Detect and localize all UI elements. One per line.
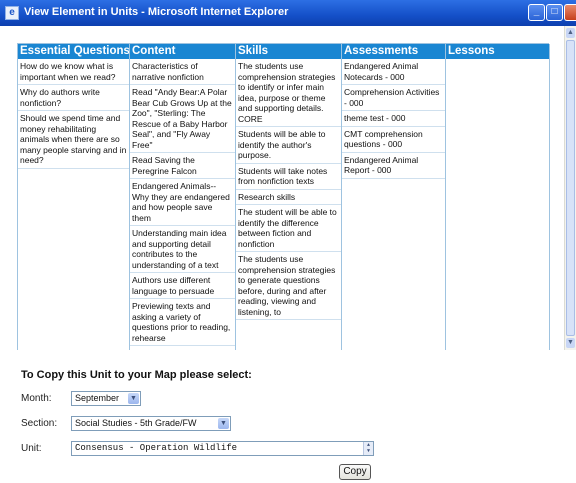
table-cell: Research skills — [236, 190, 341, 205]
scroll-up-icon[interactable]: ▲ — [566, 28, 575, 38]
table-cell: Previewing texts and asking a variety of… — [130, 299, 235, 346]
table-cell: Authors use different language to persua… — [130, 273, 235, 299]
table-cell: Read "Andy Bear:A Polar Bear Cub Grows U… — [130, 85, 235, 153]
scroll-thumb[interactable] — [566, 40, 575, 336]
table-cell: The students use comprehension strategie… — [236, 252, 341, 320]
table-cell: Students will take notes from nonfiction… — [236, 164, 341, 190]
column-skills: Skills The students use comprehension str… — [236, 44, 342, 350]
table-cell: Characteristics of narrative nonfiction — [130, 59, 235, 85]
column-assessments: Assessments Endangered Animal Notecards -… — [342, 44, 446, 350]
scroll-down-icon[interactable]: ▼ — [566, 338, 575, 348]
month-select[interactable]: September ▼ — [71, 391, 141, 406]
close-icon[interactable] — [564, 4, 576, 21]
spin-down-icon[interactable]: ▼ — [364, 448, 373, 454]
ie-page-icon: e — [5, 6, 19, 20]
table-cell: Endangered Animal Notecards - 000 — [342, 59, 445, 85]
section-label: Section: — [21, 418, 58, 429]
column-content: Content Characteristics of narrative nonf… — [130, 44, 236, 350]
content-frame: Essential Questions How do we know what i… — [0, 26, 576, 350]
table-cell: Students will be able to identify the au… — [236, 127, 341, 164]
table-cell: Read Saving the Peregrine Falcon — [130, 153, 235, 179]
table-cell: Comprehension Activities - 000 — [342, 85, 445, 111]
table-cell: Endangered Animal Report - 000 — [342, 153, 445, 179]
unit-label: Unit: — [21, 443, 42, 454]
table-cell: Endangered Animals--Why they are endange… — [130, 179, 235, 226]
unit-value: Consensus - Operation Wildlife — [75, 443, 238, 453]
table-cell: The students use comprehension strategie… — [236, 59, 341, 127]
unit-spinner[interactable]: ▲ ▼ — [363, 442, 373, 455]
column-header: Content — [130, 44, 235, 59]
table-cell: How do we know what is important when we… — [18, 59, 129, 85]
unit-table: Essential Questions How do we know what i… — [17, 43, 550, 350]
copy-button[interactable]: Copy — [339, 464, 371, 480]
copy-unit-form: To Copy this Unit to your Map please sel… — [0, 350, 576, 483]
column-header: Assessments — [342, 44, 445, 59]
maximize-icon[interactable]: □ — [546, 4, 563, 21]
unit-field[interactable]: Consensus - Operation Wildlife ▲ ▼ — [71, 441, 374, 456]
minimize-icon[interactable]: _ — [528, 4, 545, 21]
table-cell: Why do authors write nonfiction? — [18, 85, 129, 111]
column-header: Essential Questions — [18, 44, 129, 59]
table-cell: theme test - 000 — [342, 111, 445, 127]
column-lessons: Lessons — [446, 44, 550, 350]
column-header: Skills — [236, 44, 341, 59]
vertical-scrollbar[interactable]: ▲ ▼ — [564, 26, 576, 350]
column-essential-questions: Essential Questions How do we know what i… — [18, 44, 130, 350]
chevron-down-icon[interactable]: ▼ — [128, 393, 139, 404]
table-cell: Should we spend time and money rehabilit… — [18, 111, 129, 169]
section-select[interactable]: Social Studies - 5th Grade/FW ▼ — [71, 416, 231, 431]
month-label: Month: — [21, 393, 52, 404]
window-title: View Element in Units - Microsoft Intern… — [24, 6, 289, 18]
window-titlebar[interactable]: e View Element in Units - Microsoft Inte… — [0, 0, 576, 26]
table-cell: CMT comprehension questions - 000 — [342, 127, 445, 153]
form-heading: To Copy this Unit to your Map please sel… — [21, 369, 252, 381]
table-cell: Understanding main idea and supporting d… — [130, 226, 235, 273]
column-header: Lessons — [446, 44, 549, 59]
table-cell: The student will be able to identify the… — [236, 205, 341, 252]
month-value: September — [75, 393, 120, 403]
section-value: Social Studies - 5th Grade/FW — [75, 418, 197, 428]
chevron-down-icon[interactable]: ▼ — [218, 418, 229, 429]
